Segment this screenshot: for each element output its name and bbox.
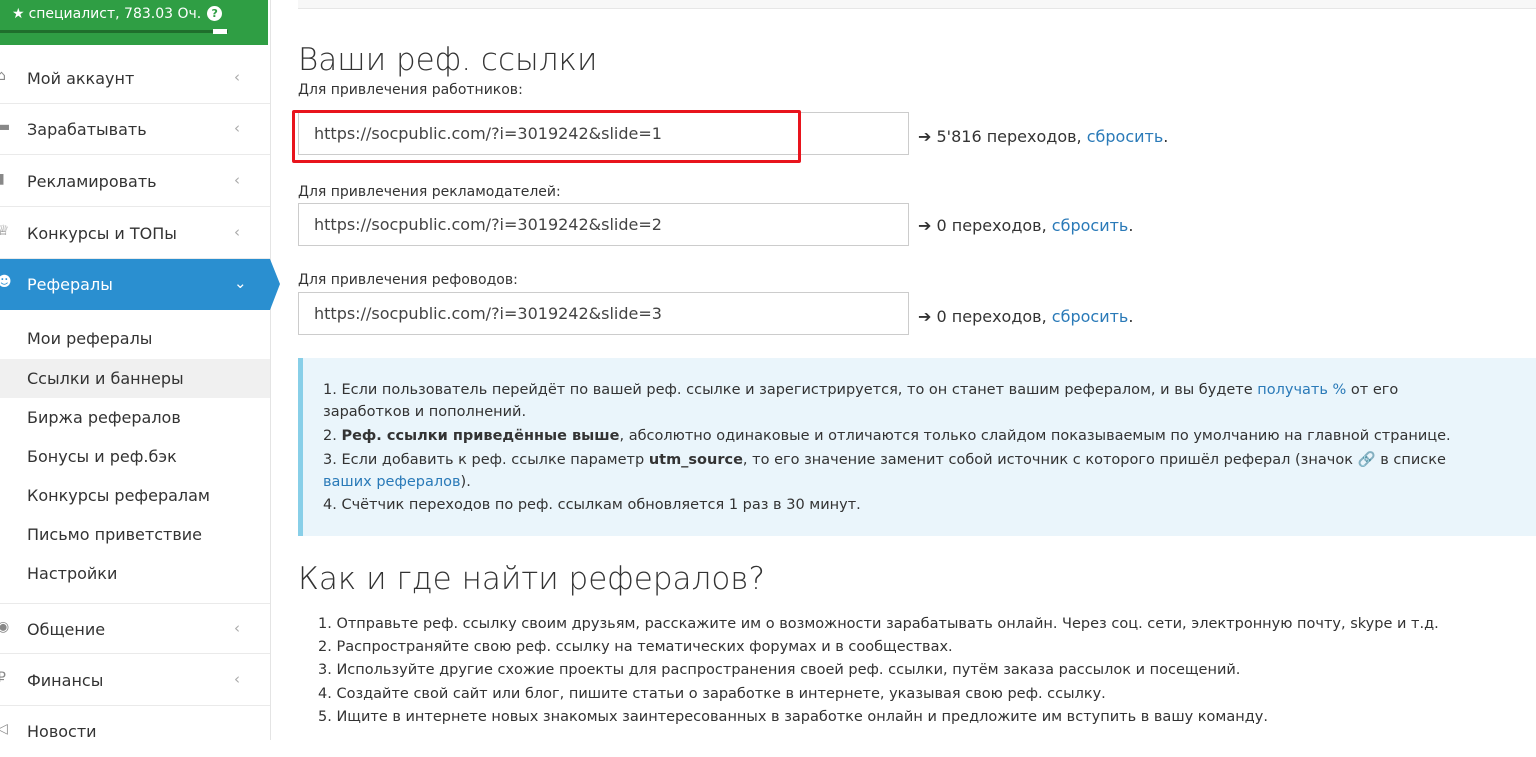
how-to-find-title: Как и где найти рефералов? <box>298 561 765 597</box>
info-line-1: 1. Если пользователь перейдёт по вашей р… <box>323 382 1399 398</box>
how-item-2: 2. Распространяйте свою реф. ссылку на т… <box>318 639 953 655</box>
user-status-text: специалист, 783.03 Оч. <box>28 6 202 22</box>
money-icon: ₽ <box>0 670 6 686</box>
submenu-item-referral-contests[interactable]: Конкурсы рефералам <box>0 476 270 515</box>
sidebar-item-referrals[interactable]: ☻ Рефералы ⌄ <box>0 259 270 310</box>
submenu-item-label: Ссылки и баннеры <box>27 369 184 388</box>
rating-progress-fill <box>0 30 215 33</box>
rating-progress-bar <box>0 30 228 33</box>
bullhorn-icon: ◁ <box>0 721 8 737</box>
info-line-2: 2. Реф. ссылки приведённые выше, абсолют… <box>323 428 1451 444</box>
reset-link[interactable]: сбросить <box>1052 216 1129 235</box>
submenu-item-label: Мои рефералы <box>27 329 153 348</box>
submenu-item-label: Конкурсы рефералам <box>27 486 210 505</box>
period: . <box>1128 216 1134 235</box>
sidebar-item-communication[interactable]: ◉ Общение ‹ <box>0 603 270 654</box>
sidebar-item-finances[interactable]: ₽ Финансы ‹ <box>0 655 270 706</box>
briefcase-icon: ▬ <box>0 119 11 135</box>
sidebar-item-advertise[interactable]: ▮ Рекламировать ‹ <box>0 156 270 207</box>
submenu-item-settings[interactable]: Настройки <box>0 554 270 593</box>
sidebar-item-label: Общение <box>27 620 106 639</box>
submenu-item-label: Биржа рефералов <box>27 408 181 427</box>
sidebar-item-contests[interactable]: ♕ Конкурсы и ТОПы ‹ <box>0 208 270 259</box>
info-line-3b: ваших рефералов). <box>323 474 471 490</box>
chevron-left-icon: ‹ <box>234 670 240 688</box>
earn-percent-link[interactable]: получать % <box>1257 382 1346 398</box>
page-title: Ваши реф. ссылки <box>298 42 598 78</box>
referrers-ref-link-input[interactable] <box>298 292 909 335</box>
chat-icon: ◉ <box>0 619 10 635</box>
reset-link[interactable]: сбросить <box>1087 127 1164 146</box>
link-icon: 🔗 <box>1357 452 1376 468</box>
sidebar-item-label: Финансы <box>27 671 104 690</box>
submenu-item-welcome-letter[interactable]: Письмо приветствие <box>0 515 270 554</box>
referrers-link-label: Для привлечения рефоводов: <box>298 272 518 288</box>
home-icon: ⌂ <box>0 68 6 84</box>
clicks-count: 0 переходов, <box>936 216 1047 235</box>
my-referrals-link[interactable]: ваших рефералов <box>323 474 461 490</box>
trophy-icon: ♕ <box>0 223 10 239</box>
rating-progress-marker <box>213 29 227 34</box>
chevron-down-icon: ⌄ <box>234 274 247 292</box>
submenu-item-label: Настройки <box>27 564 118 583</box>
submenu-item-referral-exchange[interactable]: Биржа рефералов <box>0 398 270 437</box>
arrow-right-icon: ➔ <box>918 127 932 146</box>
advertisers-link-stats: ➔ 0 переходов, сбросить. <box>918 216 1133 235</box>
advertisers-link-label: Для привлечения рекламодателей: <box>298 184 561 200</box>
sidebar-item-label: Рефералы <box>27 275 113 294</box>
period: . <box>1163 127 1169 146</box>
sidebar-item-earn[interactable]: ▬ Зарабатывать ‹ <box>0 104 270 155</box>
highlight-box <box>292 110 801 163</box>
info-line-1b: заработков и пополнений. <box>323 404 527 420</box>
workers-link-stats: ➔ 5'816 переходов, сбросить. <box>918 127 1168 146</box>
submenu-item-label: Письмо приветствие <box>27 525 202 544</box>
clicks-count: 5'816 переходов, <box>936 127 1082 146</box>
user-status-panel: ★ специалист, 783.03 Оч.? <box>0 0 268 45</box>
sidebar-item-label: Конкурсы и ТОПы <box>27 224 177 243</box>
sidebar-item-my-account[interactable]: ⌂ Мой аккаунт ‹ <box>0 53 270 104</box>
info-line-3: 3. Если добавить к реф. ссылке параметр … <box>323 452 1446 468</box>
star-icon: ★ <box>12 6 25 22</box>
submenu-item-bonuses[interactable]: Бонусы и реф.бэк <box>0 437 270 476</box>
chevron-left-icon: ‹ <box>234 171 240 189</box>
chevron-left-icon: ‹ <box>234 223 240 241</box>
reset-link[interactable]: сбросить <box>1052 307 1129 326</box>
sidebar-item-label: Зарабатывать <box>27 120 147 139</box>
sidebar-item-label: Рекламировать <box>27 172 157 191</box>
how-item-3: 3. Используйте другие схожие проекты для… <box>318 662 1241 678</box>
how-item-5: 5. Ищите в интернете новых знакомых заин… <box>318 709 1268 725</box>
arrow-right-icon: ➔ <box>918 216 932 235</box>
sidebar: ★ специалист, 783.03 Оч.? ⌂ Мой аккаунт ‹… <box>0 0 271 741</box>
referrers-link-stats: ➔ 0 переходов, сбросить. <box>918 307 1133 326</box>
workers-link-label: Для привлечения работников: <box>298 82 523 98</box>
info-callout: 1. Если пользователь перейдёт по вашей р… <box>298 358 1536 536</box>
advertisers-ref-link-input[interactable] <box>298 203 909 246</box>
period: . <box>1128 307 1134 326</box>
chevron-left-icon: ‹ <box>234 68 240 86</box>
top-strip <box>298 0 1536 9</box>
submenu-item-my-referrals[interactable]: Мои рефералы <box>0 319 270 358</box>
sidebar-item-label: Новости <box>27 722 97 741</box>
bar-chart-icon: ▮ <box>0 171 5 187</box>
submenu-item-links-banners[interactable]: Ссылки и баннеры <box>0 359 270 398</box>
help-icon[interactable]: ? <box>207 6 223 21</box>
sidebar-item-news[interactable]: ◁ Новости <box>0 706 270 757</box>
info-line-4: 4. Счётчик переходов по реф. ссылкам обн… <box>323 497 861 513</box>
how-item-4: 4. Создайте свой сайт или блог, пишите с… <box>318 686 1106 702</box>
how-item-1: 1. Отправьте реф. ссылку своим друзьям, … <box>318 616 1439 632</box>
chevron-left-icon: ‹ <box>234 619 240 637</box>
sidebar-item-label: Мой аккаунт <box>27 69 135 88</box>
active-item-arrow <box>270 259 280 310</box>
chevron-left-icon: ‹ <box>234 119 240 137</box>
users-icon: ☻ <box>0 274 12 290</box>
arrow-right-icon: ➔ <box>918 307 932 326</box>
submenu-item-label: Бонусы и реф.бэк <box>27 447 177 466</box>
clicks-count: 0 переходов, <box>936 307 1047 326</box>
